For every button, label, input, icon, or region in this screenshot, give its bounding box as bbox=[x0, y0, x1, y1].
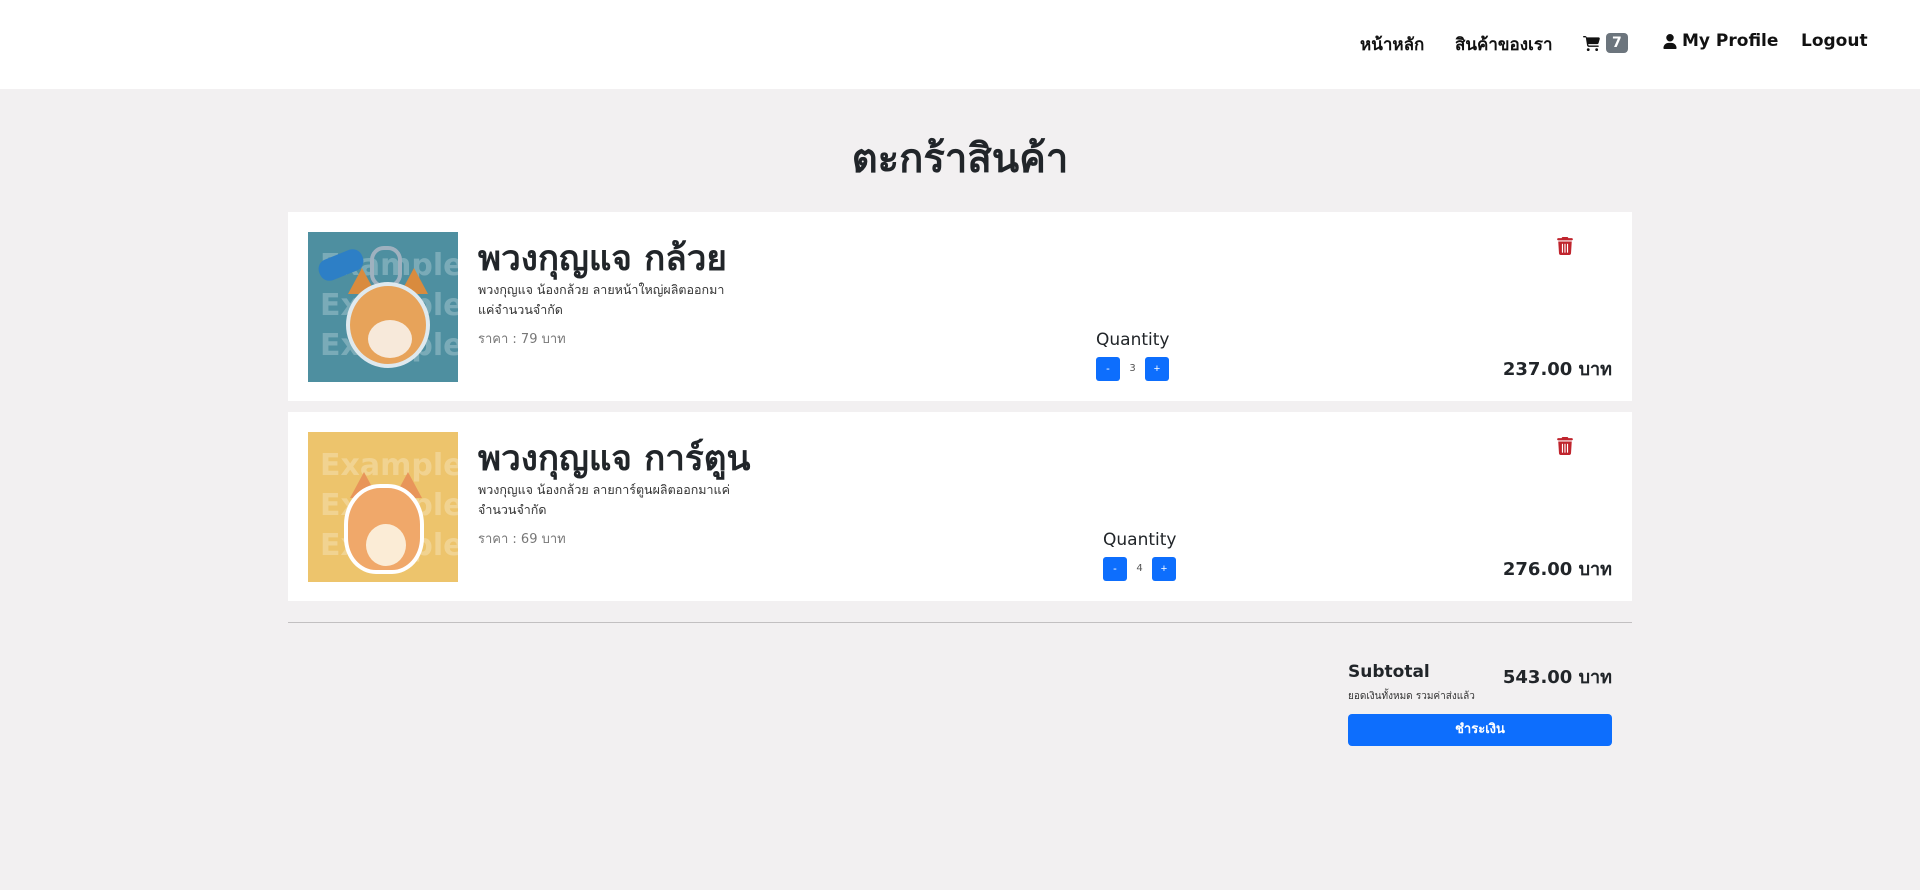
product-price: ราคา : 79 บาท bbox=[478, 332, 566, 347]
line-total: 237.00 บาท bbox=[1502, 359, 1612, 380]
page-title: ตะกร้าสินค้า bbox=[851, 136, 1069, 182]
cart-item: Example Example Example พวงกุญแจ การ์ตูน… bbox=[288, 412, 1632, 601]
nav-link-profile[interactable]: My Profile bbox=[1663, 31, 1778, 51]
product-title: พวงกุญแจ กล้วย bbox=[478, 239, 727, 279]
quantity-label: Quantity bbox=[1103, 530, 1177, 550]
nav-link-logout[interactable]: Logout bbox=[1801, 31, 1868, 51]
cart-count-badge: 7 bbox=[1606, 33, 1628, 53]
cart-item: Example Example Example พวงกุญแจ กล้วย พ… bbox=[288, 212, 1632, 401]
product-description: พวงกุญแจ น้องกล้วย ลายการ์ตูนผลิตออกมาแค… bbox=[478, 482, 730, 517]
subtotal-value: 543.00 บาท bbox=[1502, 667, 1612, 688]
nav-profile-label: My Profile bbox=[1682, 31, 1779, 51]
checkout-button[interactable]: ชำระเงิน bbox=[1348, 714, 1612, 746]
nav-link-cart[interactable]: 7 bbox=[1583, 33, 1628, 53]
nav-link-products[interactable]: สินค้าของเรา bbox=[1455, 31, 1553, 58]
product-description: พวงกุญแจ น้องกล้วย ลายหน้าใหญ่ผลิตออกมาแ… bbox=[478, 282, 725, 317]
decrease-quantity-button[interactable]: - bbox=[1103, 557, 1127, 581]
quantity-label: Quantity bbox=[1096, 330, 1170, 350]
decrease-quantity-button[interactable]: - bbox=[1096, 357, 1120, 381]
product-image: Example Example Example bbox=[308, 432, 458, 582]
trash-icon[interactable] bbox=[1557, 437, 1573, 455]
quantity-stepper: - 3 + bbox=[1096, 357, 1170, 381]
user-icon bbox=[1663, 33, 1677, 49]
divider bbox=[288, 622, 1632, 623]
cartoon-cat bbox=[344, 484, 424, 574]
product-title: พวงกุญแจ การ์ตูน bbox=[478, 439, 751, 479]
navbar: หน้าหลัก สินค้าของเรา 7 My Profile Logou… bbox=[0, 0, 1920, 89]
quantity-stepper: - 4 + bbox=[1103, 557, 1177, 581]
increase-quantity-button[interactable]: + bbox=[1152, 557, 1176, 581]
subtotal-label: Subtotal bbox=[1348, 662, 1430, 682]
increase-quantity-button[interactable]: + bbox=[1145, 357, 1169, 381]
quantity-value[interactable]: 4 bbox=[1127, 557, 1152, 581]
product-price: ราคา : 69 บาท bbox=[478, 532, 566, 547]
watermark-text: Example bbox=[320, 448, 458, 483]
line-total: 276.00 บาท bbox=[1502, 559, 1612, 580]
quantity-value[interactable]: 3 bbox=[1120, 357, 1145, 381]
nav-link-home[interactable]: หน้าหลัก bbox=[1360, 31, 1424, 58]
subtotal-note: ยอดเงินทั้งหมด รวมค่าส่งแล้ว bbox=[1348, 691, 1475, 702]
cat-face bbox=[346, 282, 430, 368]
product-image: Example Example Example bbox=[308, 232, 458, 382]
trash-icon[interactable] bbox=[1557, 237, 1573, 255]
cart-icon bbox=[1583, 35, 1600, 51]
